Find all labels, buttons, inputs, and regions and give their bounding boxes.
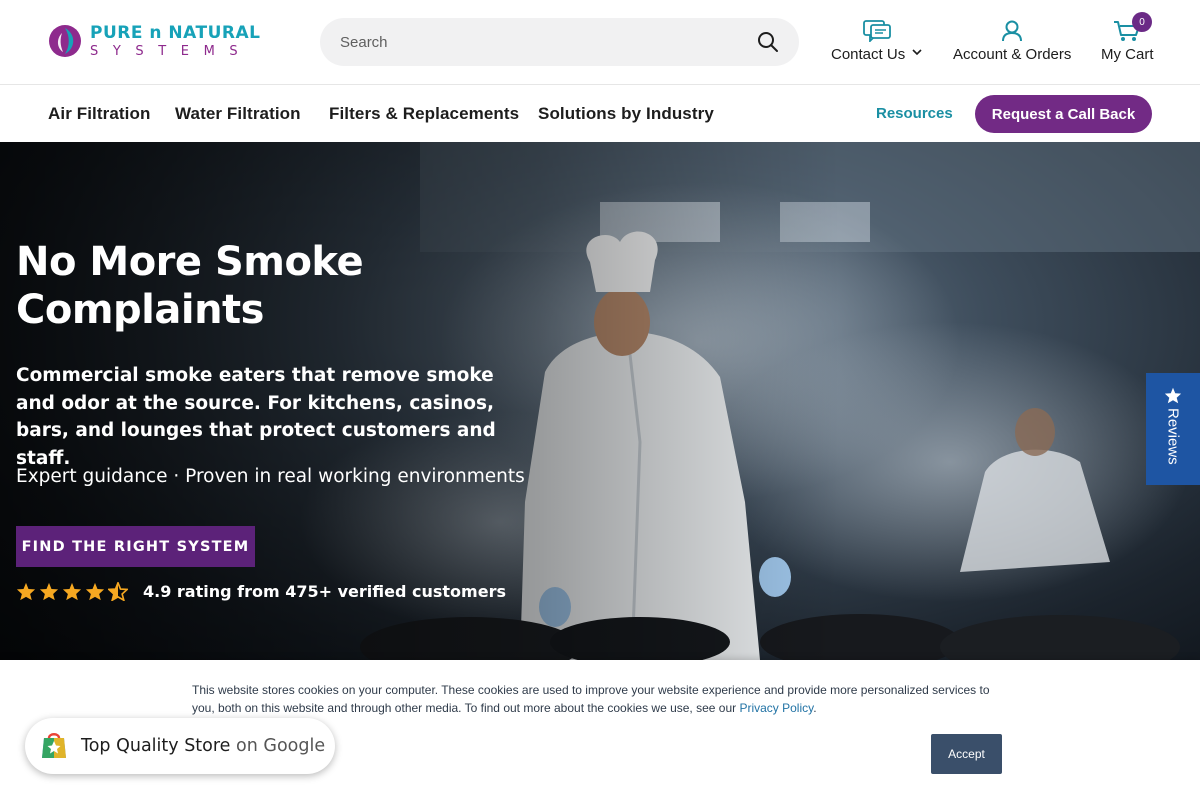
star-icon: [62, 582, 82, 601]
google-badge-sub: on Google: [236, 736, 326, 756]
reviews-tab[interactable]: Reviews: [1146, 373, 1200, 485]
search-icon[interactable]: [757, 31, 779, 53]
cart-label: My Cart: [1101, 46, 1154, 63]
contact-us-label: Contact Us: [831, 46, 906, 63]
find-system-button[interactable]: FIND THE RIGHT SYSTEM: [16, 526, 255, 567]
google-badge-text: Top Quality Store on Google: [81, 736, 325, 756]
chat-icon: [862, 20, 891, 42]
google-top-quality-store-badge[interactable]: Top Quality Store on Google: [25, 718, 335, 774]
cookie-message: This website stores cookies on your comp…: [192, 681, 1002, 717]
brand-logo[interactable]: PURE n NATURAL SYSTEMS: [48, 24, 260, 58]
star-icon: [16, 582, 36, 601]
google-badge-title: Top Quality Store: [81, 736, 231, 756]
nav-water-filtration[interactable]: Water Filtration: [175, 104, 301, 124]
rating-text: 4.9 rating from 475+ verified customers: [143, 582, 506, 601]
accept-cookies-button[interactable]: Accept: [931, 734, 1002, 774]
brand-wordmark: PURE n NATURAL SYSTEMS: [90, 22, 261, 59]
leaf-logo-icon: [49, 25, 81, 57]
nav-filters-replacements[interactable]: Filters & Replacements: [329, 104, 519, 124]
search-input[interactable]: [340, 33, 740, 51]
cart-count-badge: 0: [1132, 12, 1152, 32]
contact-us-link[interactable]: Contact Us: [831, 20, 922, 63]
account-orders-label: Account & Orders: [953, 46, 1072, 63]
half-star-icon: [108, 582, 128, 601]
account-orders-link[interactable]: Account & Orders: [953, 20, 1071, 63]
star-rating: [16, 582, 128, 601]
brand-line2: SYSTEMS: [90, 43, 253, 59]
user-icon: [1002, 20, 1023, 42]
hero-banner: No More Smoke Complaints Commercial smok…: [0, 142, 1200, 660]
resources-link[interactable]: Resources: [876, 105, 953, 122]
cookie-text-end: .: [813, 701, 817, 715]
google-shopping-icon: [42, 733, 66, 758]
nav-air-filtration[interactable]: Air Filtration: [48, 104, 150, 124]
star-icon: [39, 582, 59, 601]
nav-solutions-by-industry[interactable]: Solutions by Industry: [538, 104, 714, 124]
star-icon: [1164, 387, 1182, 404]
hero-guidance: Expert guidance · Proven in real working…: [16, 466, 525, 487]
site-header: PURE n NATURAL SYSTEMS Contact Us: [0, 0, 1200, 85]
chevron-down-icon: [912, 49, 922, 56]
request-call-back-button[interactable]: Request a Call Back: [975, 95, 1152, 133]
rating-summary: 4.9 rating from 475+ verified customers: [16, 582, 506, 601]
reviews-label: Reviews: [1164, 408, 1182, 465]
star-icon: [85, 582, 105, 601]
brand-line1: PURE n NATURAL: [90, 22, 261, 43]
cookie-text: This website stores cookies on your comp…: [192, 683, 990, 715]
search-bar: [320, 18, 799, 66]
hero-title: No More Smoke Complaints: [16, 239, 364, 333]
main-nav: Air Filtration Water Filtration Filters …: [0, 85, 1200, 142]
hero-subtitle: Commercial smoke eaters that remove smok…: [16, 365, 496, 469]
privacy-policy-link[interactable]: Privacy Policy: [739, 701, 813, 715]
